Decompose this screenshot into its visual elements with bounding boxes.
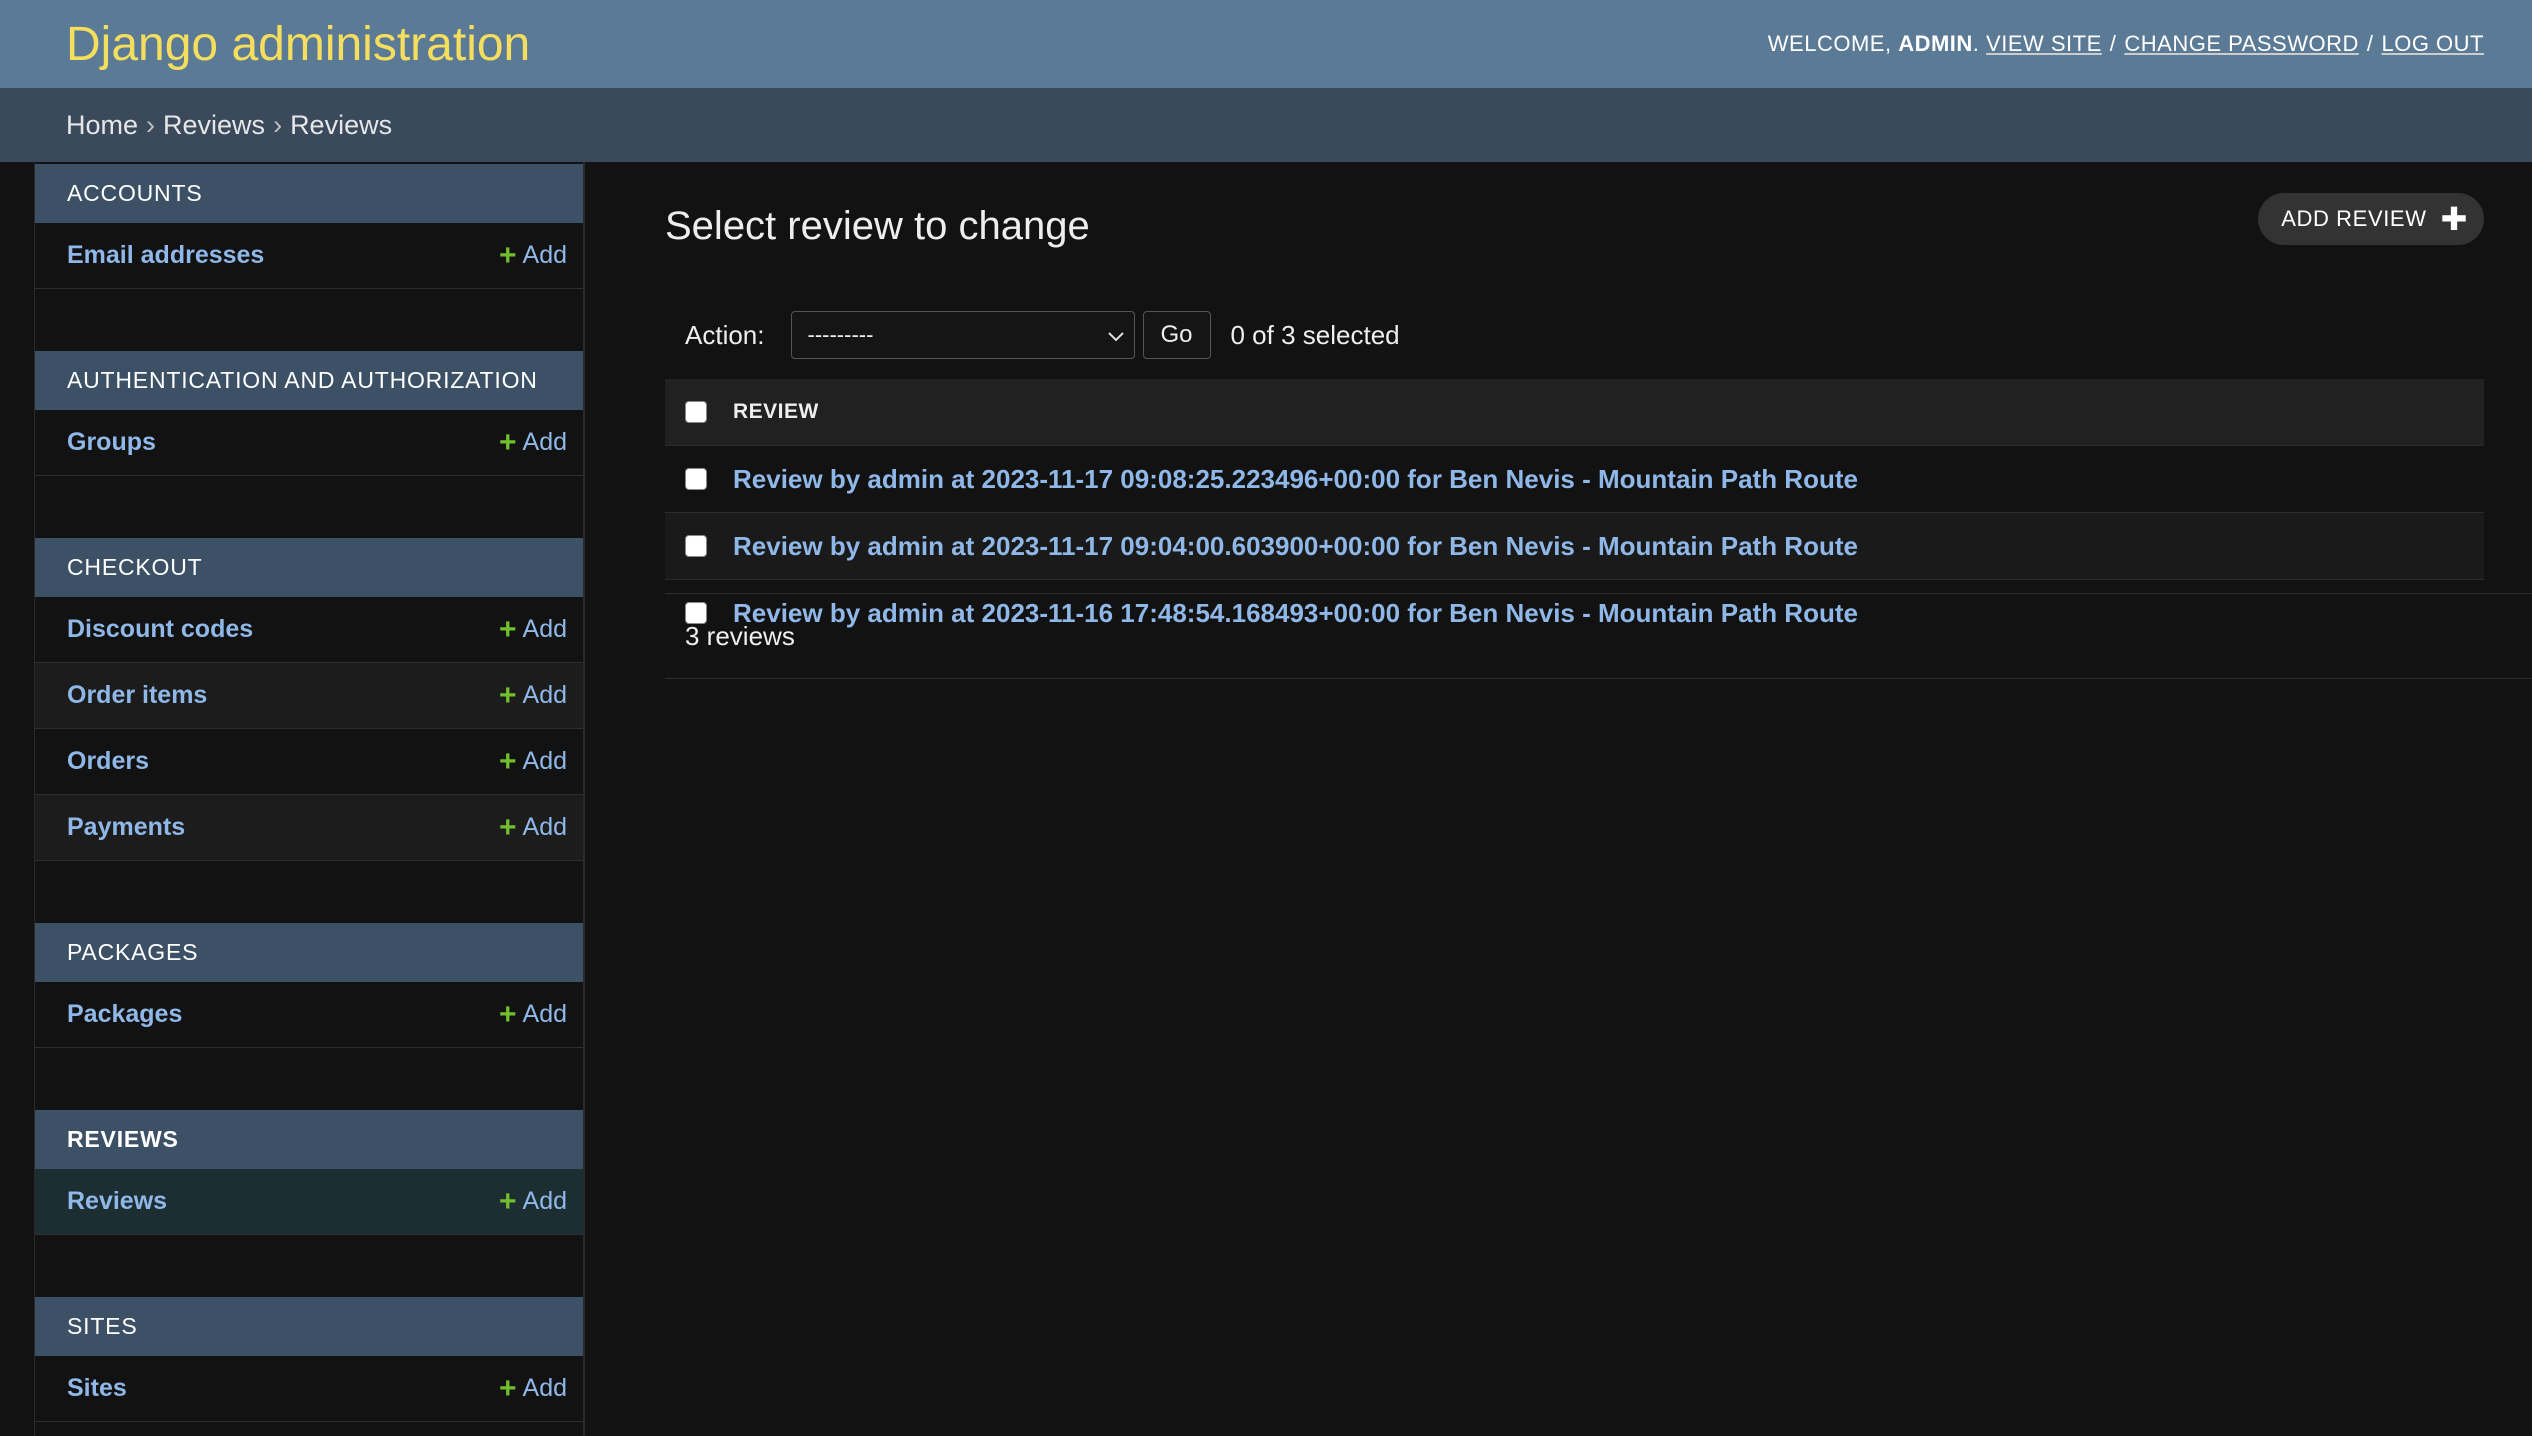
module-caption[interactable]: Checkout — [35, 538, 583, 597]
module-caption[interactable]: Authentication and Authorization — [35, 351, 583, 410]
module-caption[interactable]: Packages — [35, 923, 583, 982]
selected-count: 0 of 3 selected — [1230, 319, 1400, 350]
plus-icon: ✚ — [2440, 201, 2468, 237]
module-auth: Authentication and Authorization Groups … — [35, 351, 583, 476]
module-packages: Packages Packages + Add — [35, 923, 583, 1048]
plus-icon: + — [498, 238, 517, 272]
review-link[interactable]: Review by admin at 2023-11-17 09:08:25.2… — [733, 464, 1858, 495]
model-link[interactable]: Groups — [67, 428, 156, 457]
log-out-link[interactable]: LOG OUT — [2381, 31, 2484, 56]
plus-icon: + — [498, 425, 517, 459]
add-link[interactable]: + Add — [498, 678, 567, 712]
add-link[interactable]: + Add — [498, 612, 567, 646]
plus-icon: + — [498, 744, 517, 778]
model-link[interactable]: Reviews — [67, 1187, 167, 1216]
plus-icon: + — [498, 612, 517, 646]
add-label: Add — [522, 615, 567, 643]
model-link[interactable]: Discount codes — [67, 615, 253, 644]
add-link[interactable]: + Add — [498, 1184, 567, 1218]
sidebar-item-sites: Sites + Add — [35, 1356, 583, 1422]
add-label: Add — [522, 1374, 567, 1402]
add-link[interactable]: + Add — [498, 997, 567, 1031]
go-button[interactable]: Go — [1142, 311, 1211, 359]
add-label: Add — [522, 681, 567, 709]
sidebar-item-orders: Orders + Add — [35, 729, 583, 795]
row-checkbox[interactable] — [685, 468, 707, 490]
add-label: Add — [522, 1187, 567, 1215]
plus-icon: + — [498, 678, 517, 712]
add-label: Add — [522, 747, 567, 775]
table-header: REVIEW — [665, 379, 2484, 445]
model-link[interactable]: Order items — [67, 681, 207, 710]
breadcrumb-current: Reviews — [290, 109, 393, 140]
breadcrumb-app[interactable]: Reviews — [163, 110, 265, 141]
add-label: Add — [522, 241, 567, 269]
add-label: Add — [522, 428, 567, 456]
sidebar-item-email-addresses: Email addresses + Add — [35, 223, 583, 289]
module-sites: Sites Sites + Add — [35, 1297, 583, 1422]
add-review-label: ADD REVIEW — [2281, 206, 2427, 231]
breadcrumb-separator: › — [273, 109, 283, 140]
chevron-down-icon — [1107, 322, 1124, 348]
review-link[interactable]: Review by admin at 2023-11-17 09:04:00.6… — [733, 531, 1858, 562]
breadcrumb-separator: › — [146, 109, 156, 140]
table-row: Review by admin at 2023-11-17 09:04:00.6… — [665, 512, 2484, 579]
add-link[interactable]: + Add — [498, 425, 567, 459]
welcome-text: WELCOME, — [1767, 31, 1892, 56]
breadcrumb-home[interactable]: Home — [66, 110, 138, 141]
plus-icon: + — [498, 1371, 517, 1405]
add-link[interactable]: + Add — [498, 810, 567, 844]
add-label: Add — [522, 1000, 567, 1028]
row-checkbox[interactable] — [685, 535, 707, 557]
module-reviews: Reviews Reviews + Add — [35, 1110, 583, 1235]
module-caption[interactable]: Reviews — [35, 1110, 583, 1169]
add-link[interactable]: + Add — [498, 744, 567, 778]
header: Django administration WELCOME, ADMIN. VI… — [0, 0, 2532, 88]
main-area: Accounts Email addresses + Add Authentica… — [0, 162, 2532, 1436]
add-link[interactable]: + Add — [498, 1371, 567, 1405]
model-link[interactable]: Payments — [67, 813, 185, 842]
model-link[interactable]: Orders — [67, 747, 149, 776]
action-select[interactable]: --------- — [790, 311, 1135, 359]
module-caption[interactable]: Accounts — [35, 164, 583, 223]
plus-icon: + — [498, 1184, 517, 1218]
column-header-review[interactable]: REVIEW — [733, 400, 819, 424]
change-password-link[interactable]: CHANGE PASSWORD — [2124, 31, 2358, 56]
table-row: Review by admin at 2023-11-17 09:08:25.2… — [665, 445, 2484, 512]
action-select-value: --------- — [807, 322, 874, 347]
select-all-checkbox[interactable] — [685, 401, 707, 423]
actions-bar: Action: --------- Go 0 of 3 selected — [665, 310, 1400, 360]
add-review-button[interactable]: ADD REVIEW ✚ — [2258, 193, 2484, 245]
view-site-link[interactable]: VIEW SITE — [1986, 31, 2102, 56]
model-link[interactable]: Email addresses — [67, 241, 264, 270]
plus-icon: + — [498, 810, 517, 844]
plus-icon: + — [498, 997, 517, 1031]
sidebar-item-discount-codes: Discount codes + Add — [35, 597, 583, 663]
sidebar-item-payments: Payments + Add — [35, 795, 583, 861]
username: ADMIN — [1898, 31, 1973, 56]
content-main: Select review to change ADD REVIEW ✚ Act… — [585, 162, 2532, 1436]
module-accounts: Accounts Email addresses + Add — [35, 164, 583, 289]
sidebar-item-groups: Groups + Add — [35, 410, 583, 476]
module-caption[interactable]: Sites — [35, 1297, 583, 1356]
nav-sidebar: Accounts Email addresses + Add Authentica… — [35, 162, 585, 1436]
sidebar-toggle-gutter[interactable] — [0, 162, 35, 1436]
sidebar-item-packages: Packages + Add — [35, 982, 583, 1048]
add-label: Add — [522, 813, 567, 841]
add-link[interactable]: + Add — [498, 238, 567, 272]
page-title: Select review to change — [665, 204, 1090, 248]
model-link[interactable]: Packages — [67, 1000, 182, 1029]
sidebar-item-order-items: Order items + Add — [35, 663, 583, 729]
model-link[interactable]: Sites — [67, 1374, 127, 1403]
site-branding[interactable]: Django administration — [66, 17, 530, 72]
sidebar-item-reviews: Reviews + Add — [35, 1169, 583, 1235]
action-label: Action: — [685, 319, 765, 350]
module-checkout: Checkout Discount codes + Add Order items… — [35, 538, 583, 861]
breadcrumb: Home › Reviews › Reviews — [0, 88, 2532, 162]
user-tools: WELCOME, ADMIN. VIEW SITE / CHANGE PASSWOR… — [1767, 31, 2484, 56]
paginator: 3 reviews — [665, 593, 2532, 679]
